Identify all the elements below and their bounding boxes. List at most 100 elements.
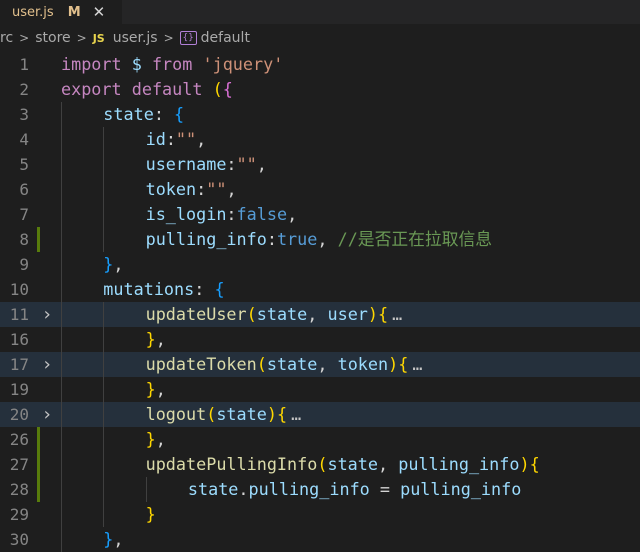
code-editor[interactable]: 1 import $ from 'jquery' 2 export default (… xyxy=(0,52,640,552)
code-line[interactable]: 20 › logout(state){… xyxy=(0,402,640,427)
code-text: logout(state){… xyxy=(146,402,302,427)
code-token: updatePullingInfo xyxy=(145,454,318,474)
code-token: : xyxy=(165,129,176,149)
code-text: }, xyxy=(103,252,123,277)
indent-guide xyxy=(103,327,105,352)
line-number: 6 xyxy=(19,180,29,199)
code-line[interactable]: 8 pulling_info:true, //是否正在拉取信息 xyxy=(0,227,640,252)
code-token: … xyxy=(291,404,302,424)
code-line[interactable]: 17 › updateToken(state, token){… xyxy=(0,352,640,377)
close-icon[interactable]: ✕ xyxy=(93,3,106,21)
code-text: state: { xyxy=(103,102,184,127)
code-token: : xyxy=(266,229,277,249)
code-token: user xyxy=(327,304,368,324)
code-line[interactable]: 2 export default ({ xyxy=(0,77,640,102)
code-text: mutations: { xyxy=(103,277,224,302)
breadcrumb-item-store[interactable]: store xyxy=(35,30,70,46)
code-token: } xyxy=(145,504,156,524)
code-token: logout xyxy=(145,404,207,424)
code-line[interactable]: 10 mutations: { xyxy=(0,277,640,302)
indent-guide xyxy=(61,252,62,277)
code-token: ( xyxy=(212,79,223,99)
indent-guide xyxy=(103,177,105,202)
code-text: }, xyxy=(146,377,166,402)
code-text: export default ({ xyxy=(61,77,233,102)
code-line[interactable]: 16}, xyxy=(0,327,640,352)
breadcrumb-item-src[interactable]: rc xyxy=(0,30,13,46)
indent-guide xyxy=(61,327,62,352)
breadcrumb-item-file[interactable]: JS user.js xyxy=(93,30,158,46)
code-token: "" xyxy=(206,179,227,199)
code-line[interactable]: 9}, xyxy=(0,252,640,277)
object-symbol-icon: {} xyxy=(179,31,197,45)
line-number: 2 xyxy=(19,80,29,99)
indent-guide xyxy=(103,452,105,477)
tab-bar: user.js M ✕ xyxy=(0,0,640,24)
code-line[interactable]: 6 token:"", xyxy=(0,177,640,202)
code-line[interactable]: 3 state: { xyxy=(0,102,640,127)
code-token: //是否正在拉取信息 xyxy=(337,229,493,249)
code-line[interactable]: 30}, xyxy=(0,527,640,552)
code-token: , xyxy=(196,129,207,149)
fold-chevron-icon[interactable]: › xyxy=(40,402,54,427)
indent-guide xyxy=(61,427,62,452)
code-token: … xyxy=(392,304,403,324)
indent-guide xyxy=(61,377,62,402)
line-number: 3 xyxy=(19,105,29,124)
indent-guide xyxy=(61,452,62,477)
code-token: = xyxy=(369,479,401,499)
code-token: } xyxy=(145,379,156,399)
code-token: from xyxy=(151,54,193,74)
code-token: "" xyxy=(175,129,197,149)
code-text: }, xyxy=(146,327,166,352)
code-token: mutations xyxy=(103,279,195,299)
code-line[interactable]: 4 id:"", xyxy=(0,127,640,152)
code-token: username xyxy=(145,154,227,174)
code-line[interactable]: 7 is_login:false, xyxy=(0,202,640,227)
code-line[interactable]: 29} xyxy=(0,502,640,527)
fold-chevron-icon[interactable]: › xyxy=(40,302,54,327)
code-token: : xyxy=(226,204,237,224)
indent-guide xyxy=(61,177,62,202)
indent-guide xyxy=(61,302,62,327)
tab-user-js[interactable]: user.js M ✕ xyxy=(0,0,122,24)
chevron-right-icon: > xyxy=(163,31,174,45)
code-token: , xyxy=(155,429,166,449)
code-line[interactable]: 1 import $ from 'jquery' xyxy=(0,52,640,77)
code-token: , xyxy=(113,529,124,549)
fold-chevron-icon[interactable]: › xyxy=(40,352,54,377)
indent-guide xyxy=(103,427,105,452)
code-line[interactable]: 27 updatePullingInfo(state, pulling_info)… xyxy=(0,452,640,477)
code-token: , xyxy=(113,254,124,274)
code-line[interactable]: 28 state.pulling_info = pulling_info xyxy=(0,477,640,502)
code-line[interactable]: 19}, xyxy=(0,377,640,402)
code-token: ) xyxy=(519,454,530,474)
line-number: 7 xyxy=(19,205,29,224)
indent-guide xyxy=(103,477,105,502)
line-number: 4 xyxy=(19,130,29,149)
git-modified-marker xyxy=(37,452,40,477)
line-number: 11 xyxy=(9,305,29,324)
breadcrumb-item-symbol[interactable]: {} default xyxy=(179,30,250,46)
indent-guide xyxy=(61,227,62,252)
chevron-right-icon: > xyxy=(19,31,30,45)
code-token: import xyxy=(61,54,122,74)
code-token: : xyxy=(194,279,215,299)
line-number: 5 xyxy=(19,155,29,174)
indent-guide xyxy=(61,527,62,552)
code-token: state xyxy=(327,454,378,474)
code-line[interactable]: 11 › updateUser(state, user){… xyxy=(0,302,640,327)
code-text: } xyxy=(146,502,156,527)
git-modified-marker xyxy=(37,227,40,252)
code-line[interactable]: 5 username:"", xyxy=(0,152,640,177)
modified-indicator: M xyxy=(67,4,81,20)
code-token: } xyxy=(145,429,156,449)
code-token: pulling_info xyxy=(145,229,267,249)
code-line[interactable]: 26}, xyxy=(0,427,640,452)
indent-guide xyxy=(103,352,105,377)
code-token: : xyxy=(153,104,175,124)
code-token: pulling_info xyxy=(248,479,370,499)
indent-guide xyxy=(103,402,105,427)
